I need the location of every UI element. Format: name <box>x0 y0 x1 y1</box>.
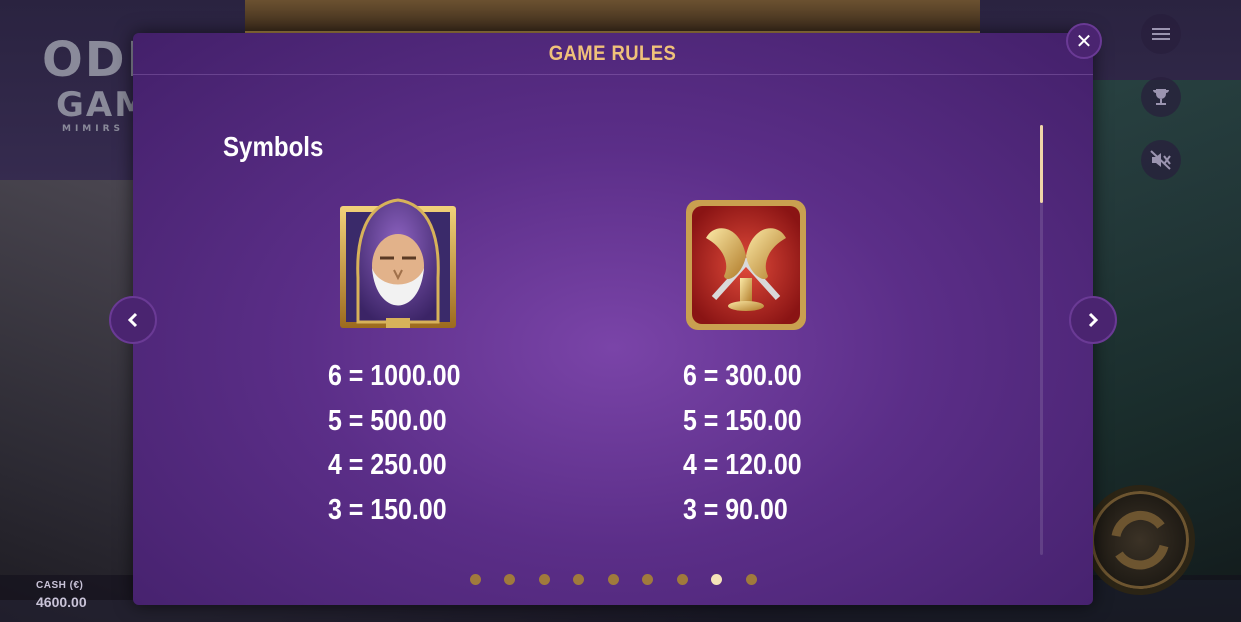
modal-header: GAME RULES <box>133 33 1093 75</box>
pay-row: 6 = 300.00 <box>683 360 802 392</box>
pay-row: 3 = 90.00 <box>683 493 788 526</box>
chevron-right-icon <box>1088 312 1099 328</box>
pagination-dot[interactable] <box>504 574 515 585</box>
pagination-dot[interactable] <box>745 574 757 585</box>
sound-button[interactable] <box>1141 140 1181 180</box>
next-page-button[interactable] <box>1069 296 1117 344</box>
cash-label: CASH (€) <box>36 580 84 591</box>
trophy-button[interactable] <box>1141 77 1181 117</box>
menu-button[interactable] <box>1141 14 1181 54</box>
prev-page-button[interactable] <box>109 296 157 344</box>
symbol-card-2: 6 = 300.00 5 = 150.00 4 = 120.00 3 = 90.… <box>683 198 821 532</box>
pagination-dot[interactable] <box>538 574 550 585</box>
spin-button[interactable] <box>1085 485 1195 595</box>
pay-row: 5 = 150.00 <box>683 404 802 437</box>
cash-value: 4600.00 <box>36 594 87 610</box>
trophy-icon <box>1153 89 1169 105</box>
pagination-dot[interactable] <box>573 574 584 585</box>
symbol-card-1: 6 = 1000.00 5 = 500.00 4 = 250.00 3 = 15… <box>328 198 482 532</box>
pagination-dots <box>133 574 1093 585</box>
pagination-dot[interactable] <box>676 574 688 585</box>
sound-muted-icon <box>1150 150 1171 170</box>
close-button[interactable]: ✕ <box>1066 23 1102 59</box>
pay-row: 4 = 120.00 <box>683 449 802 481</box>
pagination-dot[interactable] <box>642 574 653 585</box>
pay-row: 3 = 150.00 <box>328 493 447 526</box>
golden-drinking-horns-symbol-icon <box>684 198 808 332</box>
chevron-left-icon <box>127 312 138 328</box>
game-rules-modal: GAME RULES Symbols 6 = 1000.00 5 = 500.0… <box>133 33 1093 605</box>
pagination-dot[interactable] <box>469 574 481 585</box>
spin-icon <box>1111 510 1169 570</box>
cash-display: CASH (€) 4600.00 <box>36 580 87 610</box>
menu-icon <box>1152 28 1170 40</box>
scrollbar-track[interactable] <box>1040 125 1043 555</box>
odin-hooded-wizard-symbol-icon <box>336 198 460 332</box>
pay-row: 4 = 250.00 <box>328 449 447 481</box>
pay-row: 5 = 500.00 <box>328 404 447 437</box>
section-title: Symbols <box>223 131 324 162</box>
pay-list-2: 6 = 300.00 5 = 150.00 4 = 120.00 3 = 90.… <box>683 354 821 532</box>
close-icon: ✕ <box>1075 30 1093 53</box>
pagination-dot[interactable] <box>607 574 619 585</box>
scrollbar-thumb[interactable] <box>1040 125 1043 203</box>
reel-top-frame <box>245 0 980 34</box>
pay-row: 6 = 1000.00 <box>328 360 461 392</box>
pagination-dot[interactable] <box>711 574 722 585</box>
modal-title: GAME RULES <box>549 41 677 65</box>
background-ruins <box>0 180 140 600</box>
pay-list-1: 6 = 1000.00 5 = 500.00 4 = 250.00 3 = 15… <box>328 354 482 532</box>
